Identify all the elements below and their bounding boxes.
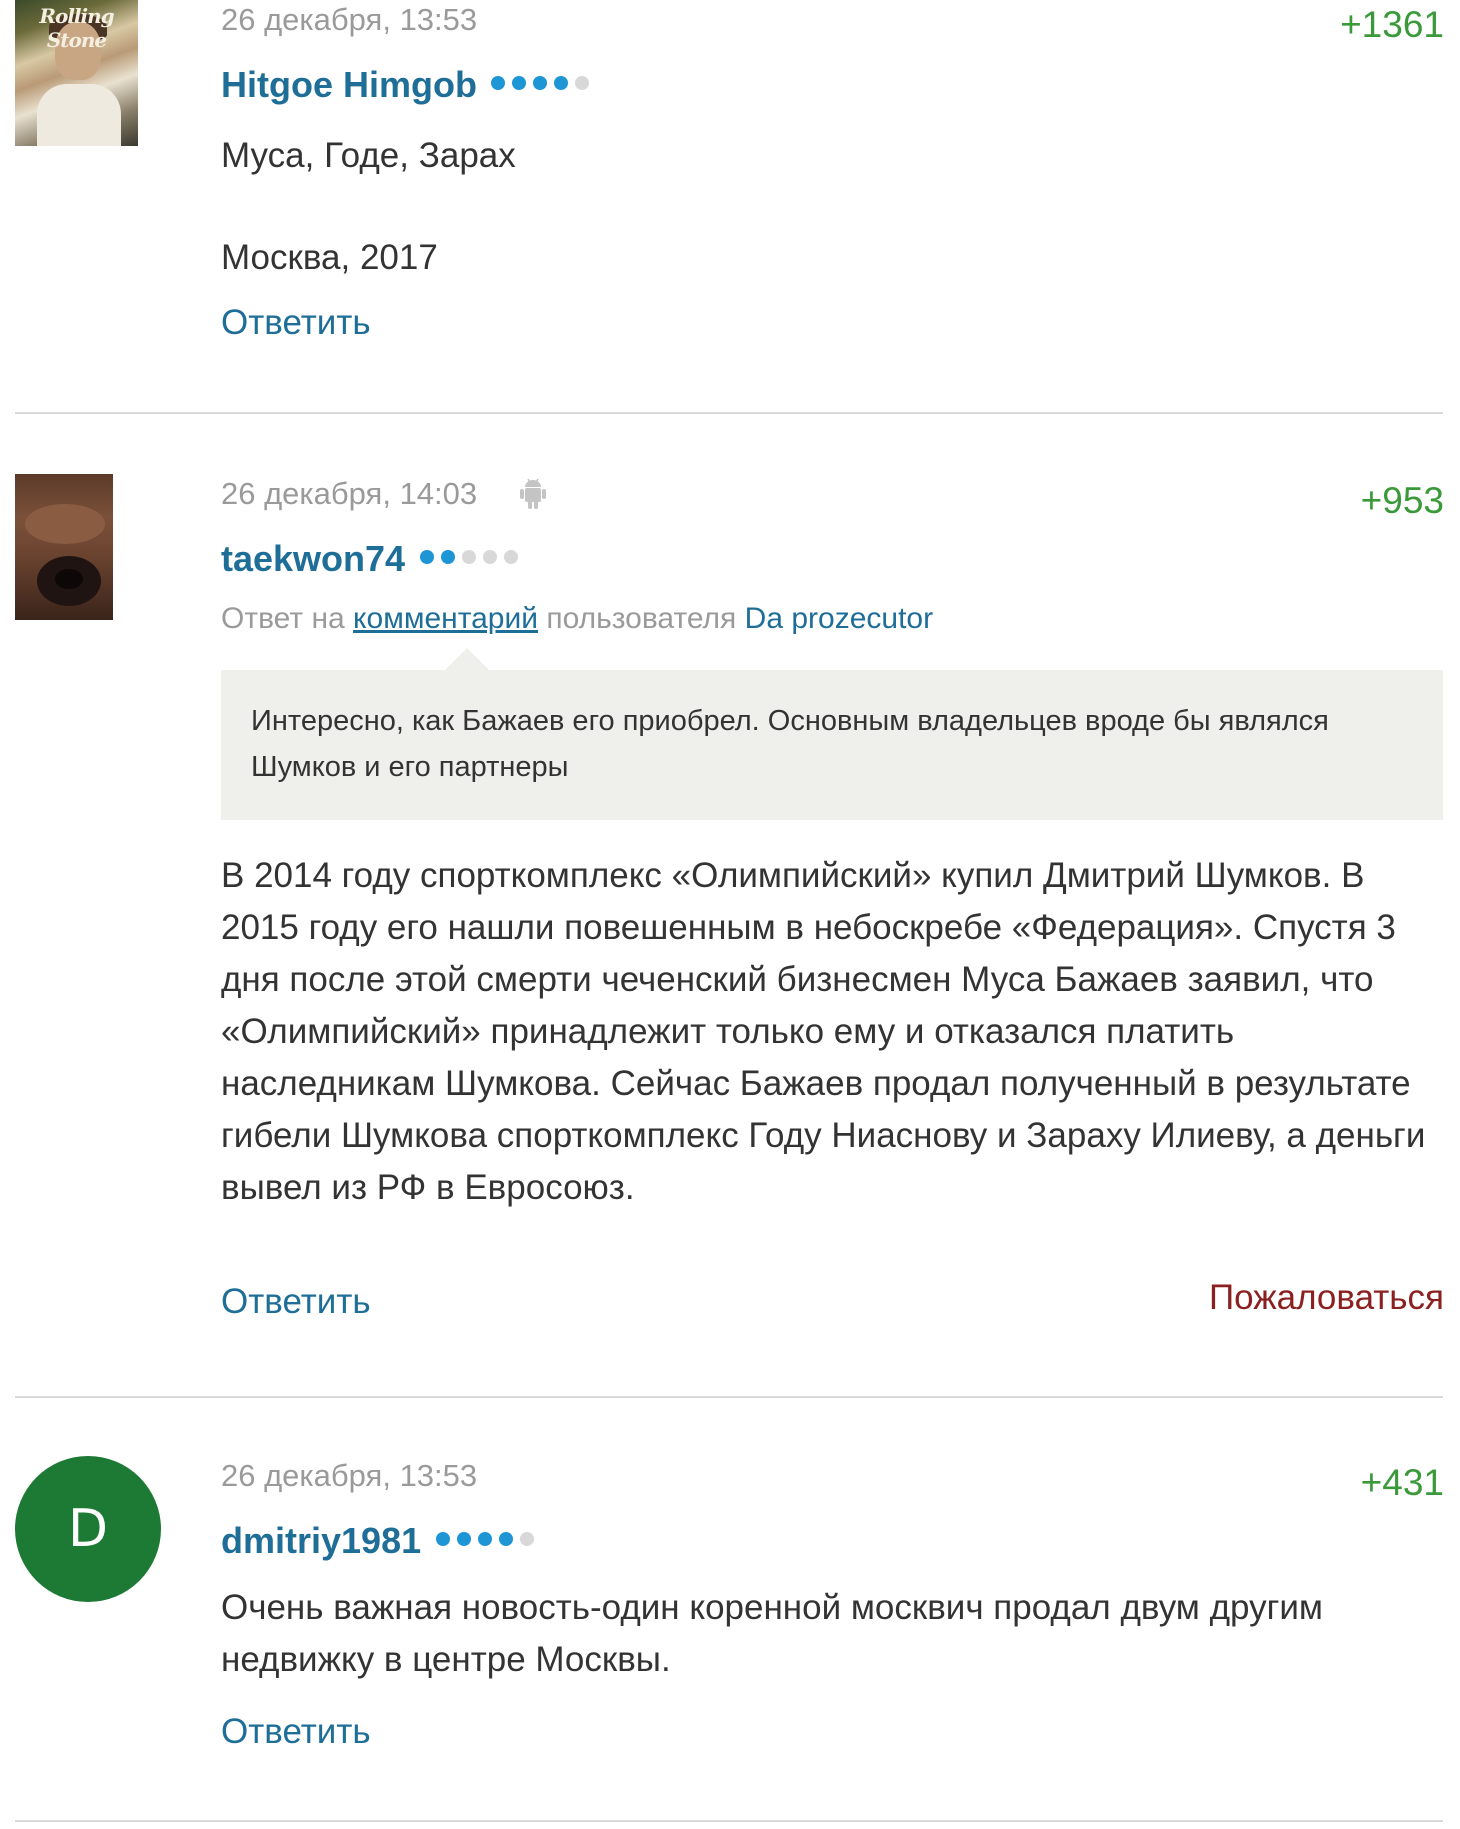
reply-to-info: Ответ на комментарий пользователя Da pro…: [221, 602, 933, 636]
user-rating: [491, 75, 596, 95]
comment-date: 26 декабря, 13:53: [221, 1458, 478, 1493]
user-rating: [419, 549, 525, 569]
reply-link[interactable]: Ответить: [221, 303, 371, 343]
reply-to-middle: пользователя: [546, 602, 737, 635]
avatar-magazine-title: Rolling Stone: [39, 4, 114, 52]
comment-text-line: Муса, Годе, Зарах: [221, 136, 516, 175]
comment-date: 26 декабря, 14:03: [221, 476, 478, 511]
divider: [15, 1396, 1443, 1398]
parent-user-link[interactable]: Da prozecutor: [745, 602, 933, 635]
comment-text: В 2014 году спорткомплекс «Олимпийский» …: [221, 856, 1426, 1207]
reply-to-prefix: Ответ на: [221, 602, 345, 635]
reply-link[interactable]: Ответить: [221, 1282, 371, 1322]
comment-date: 26 декабря, 13:53: [221, 2, 478, 37]
avatar[interactable]: Rolling Stone: [15, 0, 138, 146]
avatar[interactable]: [15, 474, 113, 620]
comment-text-line: Москва, 2017: [221, 238, 438, 277]
reply-link[interactable]: Ответить: [221, 1712, 371, 1752]
divider: [15, 1820, 1443, 1822]
comment-score: +1361: [1340, 4, 1444, 45]
comment-score: +953: [1360, 480, 1444, 521]
comment-score: +431: [1360, 1462, 1444, 1503]
complain-link[interactable]: Пожаловаться: [1209, 1278, 1444, 1318]
avatar[interactable]: D: [15, 1456, 161, 1602]
username-link[interactable]: Hitgoe Himgob: [221, 64, 477, 105]
username-row: dmitriy1981: [221, 1520, 541, 1562]
android-icon: [520, 478, 546, 510]
comments-feed: Rolling Stone 26 декабря, 13:53 +1361 Hi…: [0, 0, 1460, 1829]
username-row: taekwon74: [221, 538, 525, 580]
username-link[interactable]: taekwon74: [221, 538, 405, 579]
username-link[interactable]: dmitriy1981: [221, 1520, 421, 1561]
quote-arrow: [445, 648, 489, 670]
divider: [15, 412, 1443, 414]
username-row: Hitgoe Himgob: [221, 64, 596, 106]
parent-comment-link[interactable]: комментарий: [353, 602, 538, 635]
user-rating: [435, 1531, 541, 1551]
quoted-comment: Интересно, как Бажаев его приобрел. Осно…: [221, 670, 1443, 820]
comment-text: Очень важная новость-один коренной москв…: [221, 1588, 1323, 1679]
